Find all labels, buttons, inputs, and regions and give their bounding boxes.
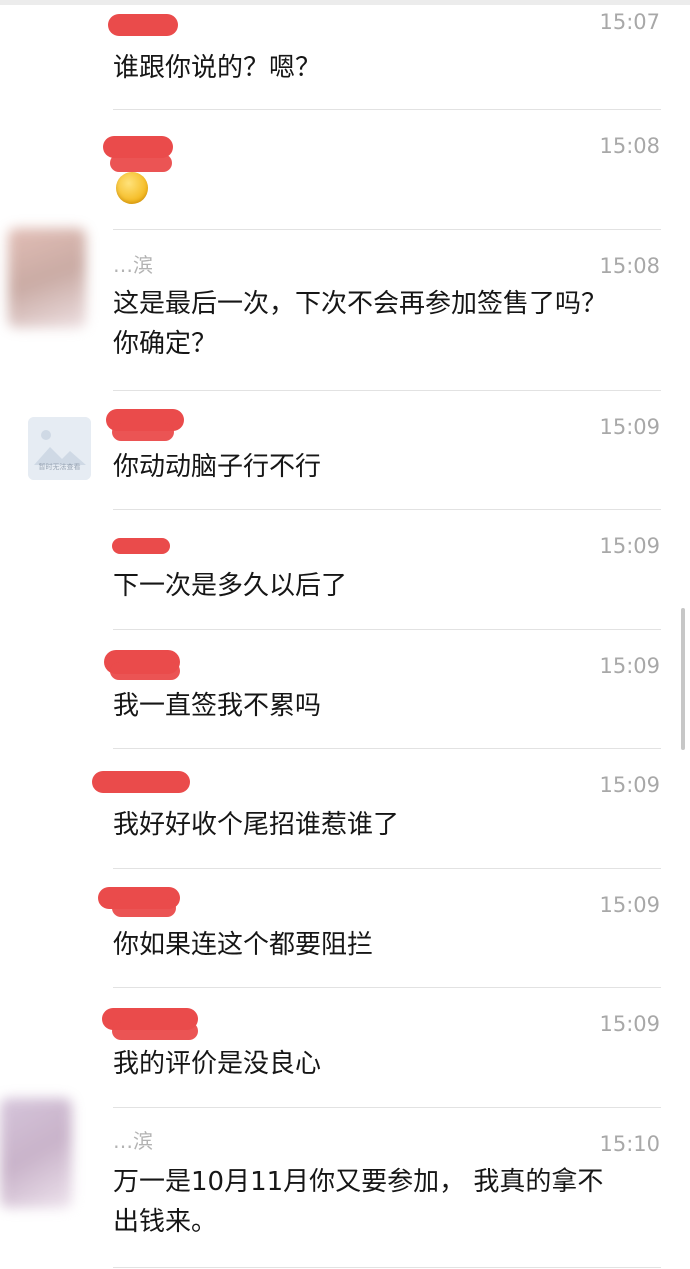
redacted-sender-name	[112, 1022, 198, 1040]
redacted-sender-name	[112, 423, 174, 441]
message-text: 谁跟你说的？嗯？	[113, 53, 322, 83]
message-item[interactable]: 15:08	[0, 110, 690, 230]
redacted-sender-name	[108, 14, 178, 36]
redacted-sender-name	[112, 538, 170, 554]
message-text: 这是最后一次，下次不会再参加签售了吗？ 你确定？	[113, 289, 608, 359]
avatar-caption: 暂时无法查看	[38, 463, 81, 471]
message-text: 你如果连这个都要阻拦	[113, 930, 374, 960]
smiling-face-emoji-icon	[116, 172, 148, 204]
message-item[interactable]: …滨 15:08 这是最后一次，下次不会再参加签售了吗？ 你确定？	[0, 228, 690, 391]
sender-name: …滨	[113, 253, 153, 277]
message-time: 15:09	[599, 893, 660, 917]
message-item[interactable]: 15:07 谁跟你说的？嗯？	[0, 0, 690, 110]
redacted-sender-name	[92, 771, 190, 793]
message-item[interactable]: 15:09 你如果连这个都要阻拦	[0, 869, 690, 988]
message-time: 15:08	[599, 134, 660, 158]
message-item[interactable]: 15:09 我一直签我不累吗	[0, 630, 690, 749]
avatar[interactable]: 暂时无法查看	[28, 417, 91, 480]
message-text: 我的评价是没良心	[113, 1049, 322, 1079]
message-text: 你动动脑子行不行	[113, 452, 322, 482]
message-time: 15:09	[599, 773, 660, 797]
message-time: 15:09	[599, 415, 660, 439]
message-item[interactable]: 暂时无法查看 15:09 你动动脑子行不行	[0, 391, 690, 510]
message-time: 15:07	[599, 10, 660, 34]
message-time: 15:10	[599, 1132, 660, 1156]
message-text: 我一直签我不累吗	[113, 691, 322, 721]
message-time: 15:09	[599, 534, 660, 558]
blurred-avatar	[8, 228, 86, 328]
scrollbar[interactable]	[681, 608, 685, 750]
blurred-avatar	[0, 1098, 72, 1208]
message-time: 15:09	[599, 654, 660, 678]
message-item[interactable]: 15:09 下一次是多久以后了	[0, 510, 690, 630]
message-text: 下一次是多久以后了	[113, 571, 348, 601]
divider	[113, 1267, 661, 1268]
message-time: 15:08	[599, 254, 660, 278]
redacted-sender-name	[110, 154, 172, 172]
message-time: 15:09	[599, 1012, 660, 1036]
redacted-sender-name	[112, 899, 176, 917]
message-item[interactable]: …滨 15:10 万一是10月11月你又要参加， 我真的拿不 出钱来。	[0, 1098, 690, 1268]
message-text: 我好好收个尾招谁惹谁了	[113, 810, 400, 840]
sender-name: …滨	[113, 1129, 153, 1153]
message-item[interactable]: 15:09 我的评价是没良心	[0, 988, 690, 1108]
message-text: 万一是10月11月你又要参加， 我真的拿不 出钱来。	[113, 1167, 604, 1237]
message-item[interactable]: 15:09 我好好收个尾招谁惹谁了	[0, 749, 690, 869]
redacted-sender-name	[110, 662, 180, 680]
